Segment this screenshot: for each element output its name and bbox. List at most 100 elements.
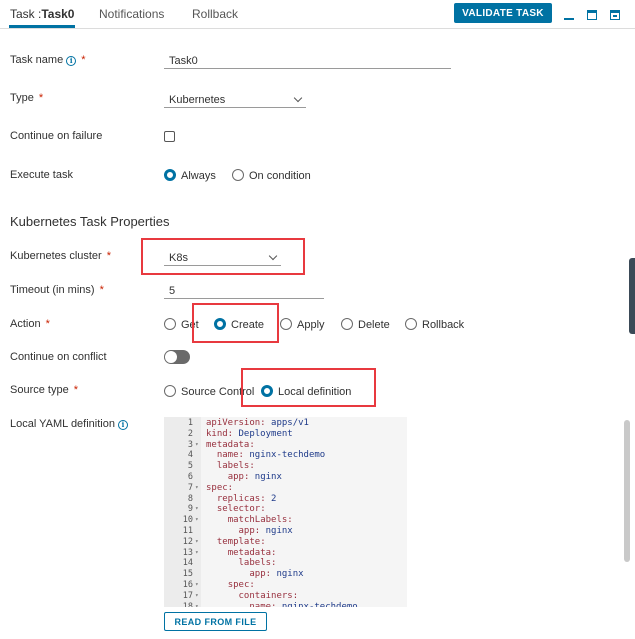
line-number: 2 [187,428,193,439]
info-icon[interactable]: i [66,56,77,66]
required-marker: * [73,384,78,396]
side-panel-tab[interactable] [629,258,635,334]
radio-icon [232,169,244,181]
highlight-box-action [192,303,279,343]
source-type-label-text: Source type [10,384,69,396]
line-number: 13 [182,547,193,558]
execute-always-radio[interactable]: Always [164,169,216,182]
code-line: metadata: [206,439,255,450]
local-yaml-label-text: Local YAML definition [10,418,115,430]
radio-selected-icon [164,169,176,181]
tab-task-name: Task0 [41,7,75,21]
code-line: kind: Deployment [206,428,293,439]
source-type-label: Source type * [10,384,78,396]
timeout-input[interactable]: 5 [164,283,324,299]
radio-label: Delete [358,319,390,331]
code-line: name: nginx-techdemo [249,601,358,607]
code-line: app: nginx [227,472,282,482]
required-marker: * [99,284,104,296]
kubernetes-cluster-label: Kubernetes cluster * [10,250,111,262]
radio-icon [405,318,417,330]
line-number: 6 [187,472,193,482]
radio-label: On condition [249,170,311,182]
info-icon[interactable]: i [117,420,128,430]
line-number: 1 [187,418,193,428]
task-name-input[interactable]: Task0 [164,53,451,69]
code-line: labels: [238,558,277,569]
code-line: app: nginx [249,569,304,580]
action-apply-radio[interactable]: Apply [280,318,325,331]
radio-label: Always [181,170,216,182]
fold-icon[interactable]: ▾ [195,592,199,599]
continue-on-failure-checkbox[interactable] [164,131,175,142]
tab-bar: Task :Task0 Notifications Rollback VALID… [0,0,635,29]
action-label: Action * [10,318,50,330]
code-line: template: [216,536,266,547]
fold-icon[interactable]: ▾ [195,516,199,523]
required-marker: * [106,250,111,262]
line-number: 5 [187,461,193,472]
line-number: 4 [187,450,193,461]
line-number: 17 [182,590,193,601]
minimize-icon[interactable] [564,10,574,20]
radio-label: Rollback [422,319,465,331]
local-yaml-label: Local YAML definition i [10,418,128,430]
code-line: metadata: [227,547,277,558]
continue-on-conflict-toggle[interactable] [164,350,190,364]
line-number: 18 [182,601,193,607]
fold-icon[interactable]: ▾ [195,505,199,512]
restore-window-icon[interactable] [587,10,597,20]
yaml-editor[interactable]: 1 apiVersion: apps/v1 2 kind: Deployment 3 ▾ m… [164,417,407,607]
code-line: containers: [238,590,299,601]
vertical-scrollbar[interactable] [624,420,630,562]
task-name-label: Task name i * [10,54,85,66]
code-line: spec: [227,580,255,590]
radio-icon [164,385,176,397]
validate-task-button[interactable]: VALIDATE TASK [454,3,552,23]
fold-icon[interactable]: ▾ [195,581,199,588]
required-marker: * [38,92,44,104]
fold-icon[interactable]: ▾ [195,538,199,545]
highlight-box-source [241,368,376,407]
active-tab-indicator [9,25,75,28]
action-delete-radio[interactable]: Delete [341,318,390,331]
code-line: name: nginx-techdemo [216,450,326,461]
read-from-file-button[interactable]: READ FROM FILE [164,612,267,631]
line-number: 7 [187,482,193,493]
execute-task-label: Execute task [10,169,73,181]
line-number: 9 [187,504,193,515]
tab-task[interactable]: Task :Task0 [10,7,74,21]
task-name-label-text: Task name [10,54,64,66]
type-select[interactable]: Kubernetes [164,92,306,108]
line-number: 16 [182,580,193,590]
fold-icon[interactable]: ▾ [195,484,199,491]
highlight-box-cluster [141,238,305,275]
required-marker: * [45,318,50,330]
radio-icon [164,318,176,330]
maximize-window-icon[interactable] [610,10,620,20]
section-title: Kubernetes Task Properties [10,214,170,229]
code-line: spec: [206,482,234,493]
line-number: 12 [182,536,193,547]
type-label-text: Type [10,92,34,104]
action-label-text: Action [10,318,41,330]
execute-on-condition-radio[interactable]: On condition [232,169,311,182]
tab-task-prefix: Task : [10,7,42,21]
tab-notifications[interactable]: Notifications [99,7,164,21]
action-rollback-radio[interactable]: Rollback [405,318,464,331]
fold-icon[interactable]: ▾ [195,441,199,448]
radio-label: Apply [297,319,325,331]
kubernetes-cluster-label-text: Kubernetes cluster [10,250,102,262]
line-number: 3 [187,439,193,450]
tab-rollback[interactable]: Rollback [192,7,238,21]
continue-on-failure-label: Continue on failure [10,130,103,142]
code-line: replicas: 2 [216,493,277,504]
code-line: labels: [216,461,255,472]
radio-icon [341,318,353,330]
continue-on-conflict-label: Continue on conflict [10,351,107,363]
line-number: 11 [182,526,193,536]
fold-icon[interactable]: ▾ [195,603,199,607]
chevron-down-icon [293,93,303,103]
fold-icon[interactable]: ▾ [195,549,199,556]
type-select-value: Kubernetes [169,94,226,106]
